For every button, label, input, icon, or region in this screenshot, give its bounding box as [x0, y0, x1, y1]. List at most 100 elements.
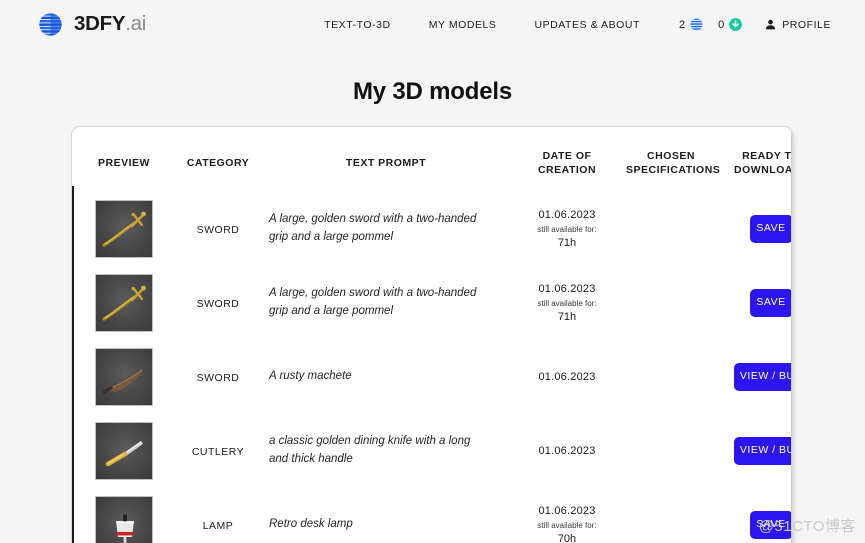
text-prompt: a classic golden dining knife with a lon…	[269, 435, 471, 465]
golden-sword-thumbnail-image[interactable]	[95, 199, 153, 258]
category-label: SWORD	[196, 223, 240, 236]
cell-text-prompt: A large, golden sword with a two-handed …	[260, 266, 512, 340]
column-header-date-line1: DATE OF	[542, 150, 592, 162]
category-label: SWORD	[196, 371, 240, 384]
cell-text-prompt: A large, golden sword with a two-handed …	[260, 192, 512, 266]
availability-value: 70h	[557, 532, 577, 543]
cell-category: CUTLERY	[176, 414, 260, 488]
cell-text-prompt: A rusty machete	[260, 340, 512, 414]
creation-date: 01.06.2023	[538, 444, 596, 457]
cell-text-prompt: a classic golden dining knife with a lon…	[260, 414, 512, 488]
column-header-text-prompt: TEXT PROMPT	[345, 157, 427, 170]
cell-date-of-creation: 01.06.2023 still available for: 71h	[512, 192, 622, 266]
table-body: SWORD A large, golden sword with a two-ha…	[72, 192, 792, 543]
table-right-edge	[791, 127, 792, 543]
column-header-date-of-creation: DATE OF CREATION	[512, 127, 622, 192]
text-prompt: A large, golden sword with a two-handed …	[269, 213, 477, 243]
nav-item-text-to-3d[interactable]: TEXT-TO-3D	[305, 13, 410, 37]
creation-date: 01.06.2023	[538, 370, 596, 383]
column-header-category: CATEGORY	[186, 157, 250, 170]
text-prompt: A large, golden sword with a two-handed …	[269, 287, 477, 317]
cell-category: SWORD	[176, 340, 260, 414]
column-header-ready-line2: DOWNLOAD?	[734, 164, 793, 177]
cell-date-of-creation: 01.06.2023	[512, 340, 622, 414]
cell-chosen-specifications	[622, 414, 720, 488]
availability-value: 71h	[557, 310, 577, 323]
text-prompt: Retro desk lamp	[269, 518, 353, 531]
column-header-chosen-specifications: CHOSEN SPECIFICATIONS	[622, 127, 720, 192]
cell-category: SWORD	[176, 266, 260, 340]
credits-counter[interactable]: 2	[679, 17, 704, 32]
cell-date-of-creation: 01.06.2023 still available for: 71h	[512, 266, 622, 340]
cell-chosen-specifications	[622, 192, 720, 266]
downloads-counter[interactable]: 0	[718, 17, 743, 32]
column-header-preview: PREVIEW	[98, 157, 150, 170]
table-row: SWORD A large, golden sword with a two-ha…	[72, 192, 792, 266]
table-row: LAMP Retro desk lamp 01.06.2023 still avail…	[72, 488, 792, 543]
column-header-spec-line1: CHOSEN	[647, 150, 695, 162]
page-title: My 3D models	[353, 78, 512, 105]
cell-category: LAMP	[176, 488, 260, 543]
category-label: SWORD	[196, 297, 240, 310]
download-circle-icon	[728, 17, 743, 32]
cell-ready-to-download: SAVE	[720, 266, 792, 340]
save-button[interactable]: SAVE	[749, 215, 792, 243]
table-header: PREVIEW CATEGORY TEXT PROMPT DATE OF CRE…	[72, 127, 793, 192]
cell-chosen-specifications	[622, 488, 720, 543]
creation-date: 01.06.2023	[538, 208, 596, 221]
cell-ready-to-download: SAVE	[720, 192, 792, 266]
golden-dining-knife-thumbnail-image[interactable]	[95, 421, 153, 480]
cell-chosen-specifications	[622, 340, 720, 414]
creation-date: 01.06.2023	[538, 504, 596, 517]
availability-label: still available for:	[537, 520, 597, 530]
brand-logo[interactable]: 3DFY.ai	[36, 10, 146, 39]
cell-preview	[72, 414, 176, 488]
person-icon	[765, 19, 776, 30]
availability-label: still available for:	[537, 298, 597, 308]
cell-text-prompt: Retro desk lamp	[260, 488, 512, 543]
top-navbar: 3DFY.ai TEXT-TO-3D MY MODELS UPDATES & A…	[0, 0, 865, 49]
nav-item-profile[interactable]: PROFILE	[759, 13, 843, 37]
cell-preview	[72, 340, 176, 414]
table-row: SWORD A rusty machete 01.06.2023 VIEW / BUY	[72, 340, 792, 414]
profile-label: PROFILE	[782, 18, 831, 31]
models-table: PREVIEW CATEGORY TEXT PROMPT DATE OF CRE…	[72, 127, 793, 543]
cell-ready-to-download: VIEW / BUY	[720, 340, 792, 414]
availability-label: still available for:	[537, 224, 597, 234]
cell-date-of-creation: 01.06.2023	[512, 414, 622, 488]
column-header-ready-line1: READY TO	[742, 150, 792, 162]
cell-category: SWORD	[176, 192, 260, 266]
nav-links: TEXT-TO-3D MY MODELS UPDATES & ABOUT	[305, 13, 659, 37]
cell-chosen-specifications	[622, 266, 720, 340]
save-button[interactable]: SAVE	[749, 289, 792, 317]
models-table-card: PREVIEW CATEGORY TEXT PROMPT DATE OF CRE…	[71, 126, 793, 543]
nav-counters: 2 0	[659, 17, 759, 32]
availability-value: 71h	[557, 236, 577, 249]
view-buy-button[interactable]: VIEW / BUY	[734, 363, 792, 391]
striped-sphere-credits-icon	[689, 17, 704, 32]
category-label: LAMP	[202, 519, 234, 532]
text-prompt: A rusty machete	[269, 370, 352, 383]
brand-name-text: 3DFY	[74, 12, 126, 36]
golden-sword-thumbnail-image[interactable]	[95, 273, 153, 332]
brand-name: 3DFY.ai	[74, 14, 146, 35]
category-label: CUTLERY	[191, 445, 245, 458]
3dfy-striped-sphere-logo-icon	[36, 10, 65, 39]
column-header-date-line2: CREATION	[537, 164, 597, 177]
brand-name-suffix: .ai	[125, 12, 146, 36]
nav-item-my-models[interactable]: MY MODELS	[410, 13, 516, 37]
retro-desk-lamp-thumbnail-image[interactable]	[95, 495, 153, 543]
downloads-count: 0	[718, 18, 725, 31]
table-row: CUTLERY a classic golden dining knife wit…	[72, 414, 792, 488]
view-buy-button[interactable]: VIEW / BUY	[734, 437, 792, 465]
cell-date-of-creation: 01.06.2023 still available for: 70h	[512, 488, 622, 543]
cell-ready-to-download: VIEW / BUY	[720, 414, 792, 488]
column-header-spec-line2: SPECIFICATIONS	[626, 164, 721, 177]
table-row: SWORD A large, golden sword with a two-ha…	[72, 266, 792, 340]
cell-preview	[72, 488, 176, 543]
rusty-machete-thumbnail-image[interactable]	[95, 347, 153, 406]
table-left-accent-bar	[72, 186, 74, 543]
table-header-row: PREVIEW CATEGORY TEXT PROMPT DATE OF CRE…	[72, 127, 793, 192]
nav-item-updates-about[interactable]: UPDATES & ABOUT	[515, 13, 659, 37]
watermark: @51CTO博客	[758, 518, 856, 535]
